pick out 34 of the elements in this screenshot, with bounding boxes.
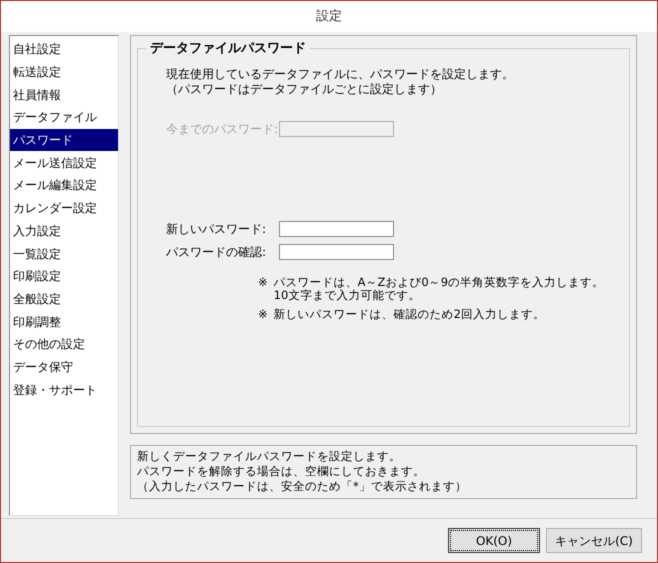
sidebar-item[interactable]: 転送設定 — [10, 60, 118, 84]
sidebar-item[interactable]: 印刷設定 — [10, 264, 118, 288]
note-mark: ※ — [258, 308, 268, 321]
sidebar-item[interactable]: データファイル — [10, 106, 118, 129]
password-field[interactable] — [279, 220, 394, 236]
intro-text: 現在使用しているデータファイルに、パスワードを設定します。 — [166, 67, 515, 82]
sidebar-item[interactable]: 登録・サポート — [10, 378, 118, 401]
description-text: （入力したパスワードは、安全のため「*」で表示されます） — [137, 479, 468, 494]
sidebar-item[interactable]: データ保守 — [10, 356, 118, 378]
intro-text: （パスワードはデータファイルごとに設定します） — [166, 82, 443, 97]
ok-button[interactable]: OK(O) — [448, 528, 540, 553]
field-label: パスワードの確認: — [166, 244, 268, 260]
sidebar-item[interactable]: 社員情報 — [10, 83, 118, 106]
field-label: 新しいパスワード: — [166, 220, 268, 238]
password-field[interactable] — [279, 244, 394, 260]
window-title: 設定 — [316, 8, 342, 26]
sidebar-item[interactable]: パスワード — [10, 128, 118, 152]
field-label: 今までのパスワード: — [166, 120, 279, 138]
sidebar-item[interactable]: 印刷調整 — [10, 310, 118, 333]
note-text: パスワードは、A～Zおよび0～9の半角英数字を入力します。 — [274, 276, 604, 289]
sidebar-item[interactable]: カレンダー設定 — [10, 196, 118, 220]
note-mark: ※ — [258, 276, 268, 291]
sidebar-item[interactable]: 入力設定 — [10, 220, 118, 242]
note-text: 新しいパスワードは、確認のため2回入力します。 — [274, 308, 545, 321]
description-text: パスワードを解除する場合は、空欄にしておきます。 — [137, 464, 426, 479]
cancel-button[interactable]: キャンセル(C) — [546, 528, 642, 553]
note-text: 10文字まで入力可能です。 — [274, 289, 422, 302]
sidebar-item[interactable]: メール編集設定 — [10, 174, 118, 197]
sidebar-item[interactable]: メール送信設定 — [10, 151, 118, 174]
sidebar-item[interactable]: 全般設定 — [10, 288, 118, 310]
sidebar-item[interactable]: 自社設定 — [10, 38, 118, 61]
description-text: 新しくデータファイルパスワードを設定します。 — [137, 449, 402, 464]
sidebar-item[interactable]: 一覧設定 — [10, 242, 118, 265]
sidebar-item[interactable]: その他の設定 — [10, 332, 118, 356]
